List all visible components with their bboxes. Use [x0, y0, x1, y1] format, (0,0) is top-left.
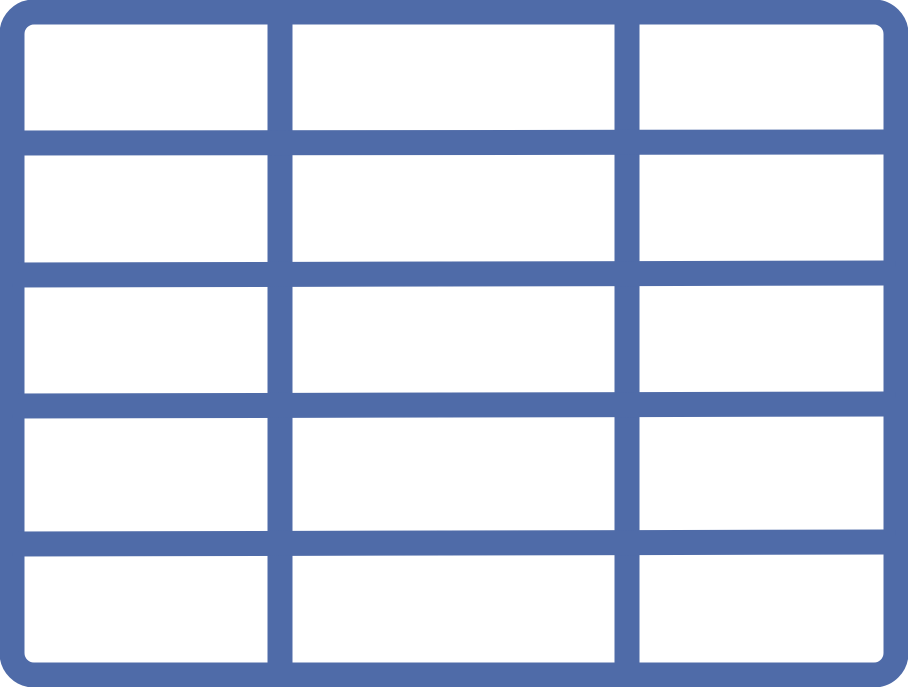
table-grid-icon	[0, 0, 908, 687]
grid-row-divider	[11, 260, 897, 288]
grid-row-divider	[11, 391, 897, 419]
grid-row-divider	[11, 129, 897, 156]
grid-row-divider	[11, 529, 897, 557]
grid-outer-frame	[0, 0, 908, 687]
